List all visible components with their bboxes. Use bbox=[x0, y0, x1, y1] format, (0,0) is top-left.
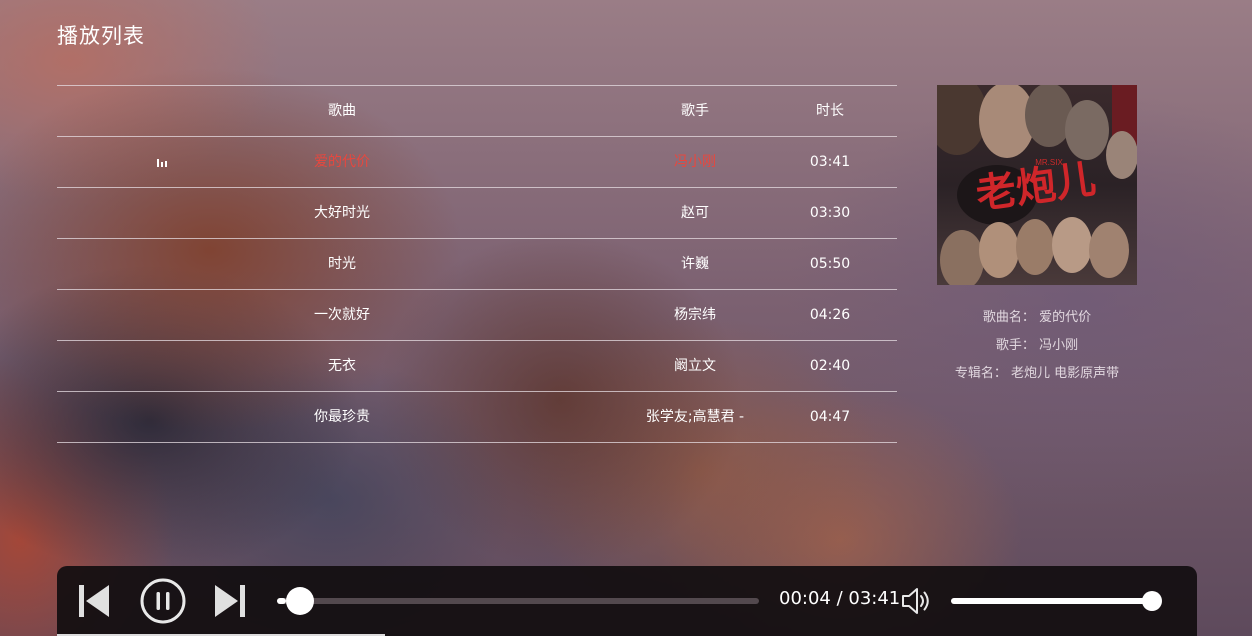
volume-slider[interactable] bbox=[951, 591, 1162, 611]
table-header: 歌曲 歌手 时长 bbox=[57, 85, 897, 136]
info-song-value: 爱的代价 bbox=[1039, 310, 1092, 325]
song-duration: 02:40 bbox=[809, 358, 851, 374]
column-header-duration: 时长 bbox=[816, 103, 844, 119]
equalizer-icon bbox=[157, 158, 167, 167]
song-title: 你最珍贵 bbox=[314, 409, 370, 425]
info-album-value: 老炮儿 电影原声带 bbox=[1011, 366, 1120, 381]
table-row[interactable]: 一次就好 杨宗纬 04:26 bbox=[57, 289, 897, 340]
info-artist-value: 冯小刚 bbox=[1039, 338, 1079, 353]
table-row[interactable]: 大好时光 赵可 03:30 bbox=[57, 187, 897, 238]
player-bar: 00:04 / 03:41 bbox=[57, 566, 1197, 636]
playlist-table: 歌曲 歌手 时长 爱的代价 冯小刚 03:41 大好时光 赵可 03:30 时光… bbox=[57, 85, 897, 443]
song-duration: 04:26 bbox=[809, 307, 851, 323]
volume-fill bbox=[951, 598, 1152, 604]
song-artist: 冯小刚 bbox=[674, 154, 716, 170]
song-title: 一次就好 bbox=[314, 307, 370, 323]
song-artist: 赵可 bbox=[681, 205, 709, 221]
skip-previous-icon[interactable] bbox=[77, 583, 111, 619]
info-album-row: 专辑名： 老炮儿 电影原声带 bbox=[917, 362, 1157, 390]
table-row[interactable]: 时光 许巍 05:50 bbox=[57, 238, 897, 289]
progress-knob[interactable] bbox=[285, 587, 314, 615]
song-title: 爱的代价 bbox=[314, 154, 370, 170]
song-duration: 04:47 bbox=[809, 409, 851, 425]
volume-icon[interactable] bbox=[900, 585, 932, 617]
table-row[interactable]: 无衣 阚立文 02:40 bbox=[57, 340, 897, 391]
song-title: 无衣 bbox=[328, 358, 356, 374]
info-song-label: 歌曲名： bbox=[982, 310, 1035, 325]
song-duration: 03:30 bbox=[809, 205, 851, 221]
info-artist-label: 歌手： bbox=[995, 338, 1035, 353]
table-row[interactable]: 爱的代价 冯小刚 03:41 bbox=[57, 136, 897, 187]
song-title: 时光 bbox=[328, 256, 356, 272]
progress-fill bbox=[277, 598, 286, 604]
time-display: 00:04 / 03:41 bbox=[779, 588, 901, 609]
table-row[interactable]: 你最珍贵 张学友;高慧君 - 04:47 bbox=[57, 391, 897, 443]
song-artist: 阚立文 bbox=[674, 358, 716, 374]
skip-next-icon[interactable] bbox=[213, 583, 247, 619]
album-cover: MR.SIX 老炮儿 bbox=[937, 85, 1137, 285]
song-artist: 杨宗纬 bbox=[674, 307, 716, 323]
volume-knob[interactable] bbox=[1142, 591, 1162, 611]
song-artist: 许巍 bbox=[681, 256, 709, 272]
song-duration: 03:41 bbox=[809, 154, 851, 170]
pause-icon[interactable] bbox=[140, 578, 186, 624]
info-artist-row: 歌手： 冯小刚 bbox=[917, 334, 1157, 362]
song-duration: 05:50 bbox=[809, 256, 851, 272]
song-artist: 张学友;高慧君 - bbox=[645, 409, 745, 425]
info-song-row: 歌曲名： 爱的代价 bbox=[917, 306, 1157, 334]
column-header-artist: 歌手 bbox=[681, 103, 709, 119]
song-info: 歌曲名： 爱的代价 歌手： 冯小刚 专辑名： 老炮儿 电影原声带 bbox=[917, 306, 1157, 390]
progress-slider[interactable] bbox=[277, 587, 759, 615]
info-album-label: 专辑名： bbox=[954, 366, 1007, 381]
column-header-song: 歌曲 bbox=[328, 103, 356, 119]
page-title: 播放列表 bbox=[57, 24, 145, 48]
song-title: 大好时光 bbox=[314, 205, 370, 221]
